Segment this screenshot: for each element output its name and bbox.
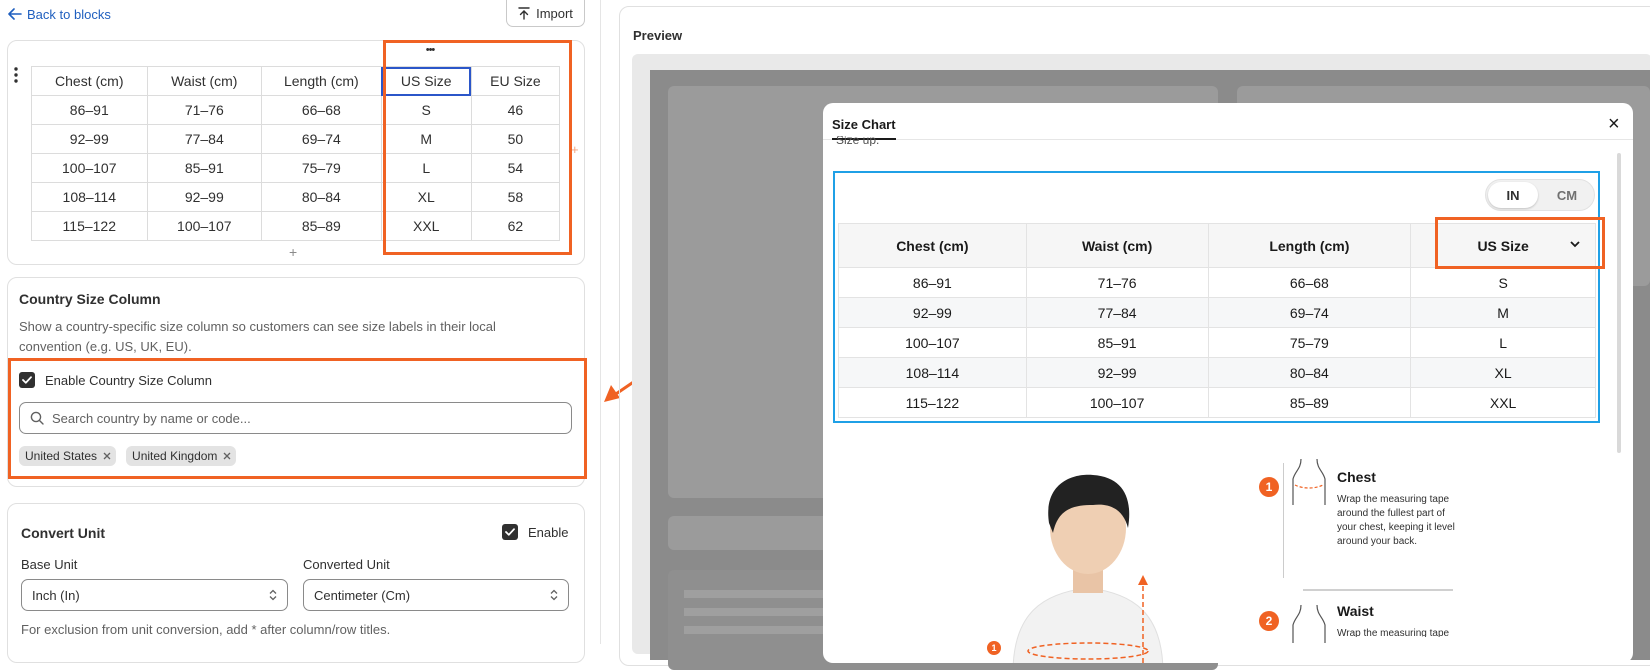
preview-table-frame: IN CM Chest (cm) Waist (cm) Length (cm) … <box>833 171 1605 423</box>
table-cell: XXL <box>1410 387 1596 418</box>
table-cell: 100–107 <box>1025 387 1209 418</box>
select-arrows-icon <box>550 589 558 601</box>
table-cell: 100–107 <box>838 327 1027 358</box>
country-section-description: Show a country-specific size column so c… <box>19 319 496 354</box>
import-button[interactable]: Import <box>506 0 585 27</box>
add-column-button[interactable]: + <box>571 142 579 157</box>
arrow-left-icon <box>8 8 22 20</box>
table-cell: L <box>1410 327 1596 358</box>
converted-unit-label: Converted Unit <box>303 557 390 572</box>
import-label: Import <box>536 5 573 21</box>
cut-text: Size up. <box>836 136 880 146</box>
table-cell[interactable]: 108–114 <box>31 182 148 212</box>
table-cell[interactable]: 100–107 <box>31 153 148 183</box>
header-cell: Length (cm) <box>1207 223 1412 268</box>
table-cell[interactable]: 86–91 <box>31 95 148 125</box>
table-cell: 108–114 <box>838 357 1027 388</box>
unit-cm-button[interactable]: CM <box>1542 182 1592 208</box>
table-cell[interactable]: 66–68 <box>261 95 382 125</box>
country-section-title: Country Size Column <box>19 291 161 307</box>
row-drag-handle-icon[interactable] <box>13 66 19 84</box>
header-cell[interactable]: Waist (cm) <box>146 66 263 96</box>
guide-separator <box>1303 589 1453 591</box>
header-cell: Waist (cm) <box>1025 223 1209 268</box>
us-size-dropdown-highlight <box>1435 217 1605 269</box>
back-to-blocks-link[interactable]: Back to blocks <box>8 5 111 23</box>
table-cell: 77–84 <box>1025 297 1209 328</box>
table-cell[interactable]: 80–84 <box>261 182 382 212</box>
table-row: 115–122 100–107 85–89 XXL <box>838 387 1596 418</box>
marker-chest-number: 1 <box>987 641 1001 655</box>
guide-waist-text: Wrap the measuring tape <box>1337 628 1450 637</box>
unit-toggle: IN CM <box>1485 179 1595 211</box>
table-cell[interactable]: 71–76 <box>146 95 263 125</box>
table-cell: 85–91 <box>1025 327 1209 358</box>
table-cell: M <box>1410 297 1596 328</box>
guide-waist-title: Waist <box>1337 603 1374 619</box>
table-cell: 75–79 <box>1207 327 1412 358</box>
header-cell[interactable]: Chest (cm) <box>31 66 148 96</box>
add-row-button[interactable]: + <box>289 244 297 260</box>
table-cell: 71–76 <box>1025 267 1209 298</box>
table-cell[interactable]: 92–99 <box>146 182 263 212</box>
table-cell[interactable]: 69–74 <box>261 124 382 154</box>
converted-unit-select[interactable]: Centimeter (Cm) <box>303 579 569 611</box>
upload-icon <box>518 6 530 20</box>
table-cell: 66–68 <box>1207 267 1412 298</box>
close-icon[interactable]: × <box>1608 113 1620 136</box>
guide-step-number: 1 <box>1259 477 1279 497</box>
table-row: 86–91 71–76 66–68 S <box>838 267 1596 298</box>
table-row: 108–114 92–99 80–84 XL <box>838 357 1596 388</box>
header-cell: Chest (cm) <box>838 223 1027 268</box>
table-cell[interactable]: 85–89 <box>261 211 382 241</box>
header-cell[interactable]: Length (cm) <box>261 66 382 96</box>
modal-scrollbar[interactable] <box>1617 153 1621 453</box>
table-cell[interactable]: 85–91 <box>146 153 263 183</box>
us-size-column-highlight <box>383 40 572 255</box>
convert-section-title: Convert Unit <box>21 525 105 541</box>
guide-step-number: 2 <box>1259 611 1279 631</box>
select-arrows-icon <box>269 589 277 601</box>
unit-in-button[interactable]: IN <box>1488 182 1538 208</box>
base-unit-select[interactable]: Inch (In) <box>21 579 288 611</box>
size-chart-modal: Size Chart × Size up. IN CM Chest (cm) W… <box>823 103 1633 663</box>
model-illustration <box>1012 474 1164 663</box>
converted-unit-value: Centimeter (Cm) <box>314 587 411 603</box>
chest-diagram-icon <box>1292 458 1326 505</box>
base-unit-value: Inch (In) <box>32 587 80 603</box>
table-cell[interactable]: 100–107 <box>146 211 263 241</box>
table-cell: 80–84 <box>1207 357 1412 388</box>
table-cell: 92–99 <box>838 297 1027 328</box>
guide-chest-title: Chest <box>1337 469 1376 485</box>
table-cell: 85–89 <box>1207 387 1412 418</box>
enable-label: Enable <box>528 524 569 540</box>
base-unit-label: Base Unit <box>21 557 78 572</box>
table-cell[interactable]: 115–122 <box>31 211 148 241</box>
table-cell: 69–74 <box>1207 297 1412 328</box>
guide-chest-text: Wrap the measuring tape around the fulle… <box>1337 494 1455 547</box>
table-cell: 86–91 <box>838 267 1027 298</box>
waist-diagram-icon <box>1292 604 1326 643</box>
table-cell: S <box>1410 267 1596 298</box>
panel-divider <box>600 0 601 644</box>
checkbox-checked-icon[interactable] <box>502 524 518 540</box>
enable-convert-checkbox-row[interactable]: Enable <box>502 524 568 540</box>
table-row: 92–99 77–84 69–74 M <box>838 297 1596 328</box>
back-label: Back to blocks <box>27 6 111 22</box>
table-cell[interactable]: 92–99 <box>31 124 148 154</box>
convert-note: For exclusion from unit conversion, add … <box>21 622 391 637</box>
table-row: 100–107 85–91 75–79 L <box>838 327 1596 358</box>
guide-divider <box>1283 463 1284 578</box>
table-cell: 92–99 <box>1025 357 1209 388</box>
country-column-highlight <box>8 358 587 479</box>
preview-title: Preview <box>633 28 683 43</box>
table-cell: 115–122 <box>838 387 1027 418</box>
modal-tab-divider <box>823 139 1633 140</box>
table-cell[interactable]: 77–84 <box>146 124 263 154</box>
table-cell[interactable]: 75–79 <box>261 153 382 183</box>
table-cell: XL <box>1410 357 1596 388</box>
